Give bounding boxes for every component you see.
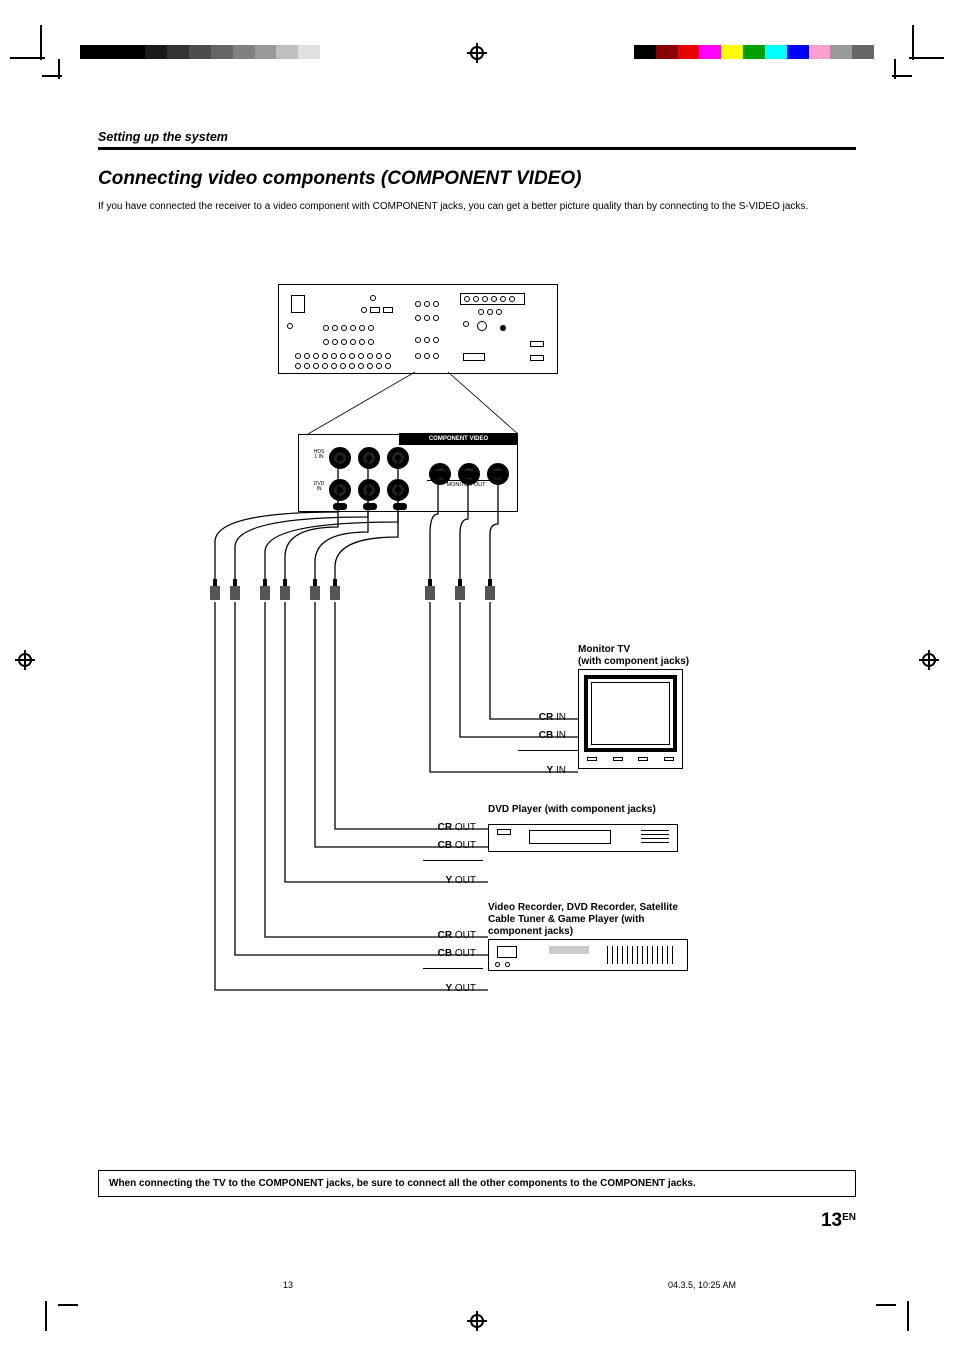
dvd-player-icon — [488, 824, 678, 852]
cb-in-label: CB IN — [506, 730, 566, 741]
dvd-label: DVD Player (with component jacks) — [488, 804, 656, 816]
tv-label: Monitor TV (with component jacks) — [578, 644, 689, 668]
registration-target-icon — [15, 650, 35, 670]
vcr-icon — [488, 939, 688, 971]
print-registration-top — [0, 45, 954, 85]
y-in-label: Y IN — [506, 765, 566, 776]
footer-page: 13 — [283, 1280, 293, 1290]
color-bar — [634, 45, 874, 59]
page-number: 13EN — [821, 1210, 856, 1232]
grayscale-bar — [80, 45, 320, 59]
footer-timestamp: 04.3.5, 10:25 AM — [668, 1280, 736, 1290]
registration-target-icon — [919, 650, 939, 670]
print-registration-bottom — [0, 1286, 954, 1326]
registration-target-icon — [467, 43, 487, 63]
y-out-label-2: Y OUT — [416, 983, 476, 994]
note-box: When connecting the TV to the COMPONENT … — [98, 1170, 856, 1197]
tv-icon — [578, 669, 683, 769]
wiring-diagram: COMPONENT VIDEO HDS 1 IN DVD IN MONITOR … — [98, 284, 856, 1124]
section-label: Setting up the system — [98, 130, 856, 150]
wiring-lines — [98, 284, 856, 1124]
page-heading: Connecting video components (COMPONENT V… — [98, 168, 856, 190]
cr-out-label: CR OUT — [416, 822, 476, 833]
vcr-label: Video Recorder, DVD Recorder, Satellite … — [488, 902, 698, 938]
cb-out-label: CB OUT — [416, 840, 476, 851]
cr-in-label: CR IN — [506, 712, 566, 723]
footer-meta: 13 04.3.5, 10:25 AM — [98, 1280, 856, 1290]
cr-out-label-2: CR OUT — [416, 930, 476, 941]
intro-text: If you have connected the receiver to a … — [98, 200, 856, 214]
y-out-label: Y OUT — [416, 875, 476, 886]
cb-out-label-2: CB OUT — [416, 948, 476, 959]
